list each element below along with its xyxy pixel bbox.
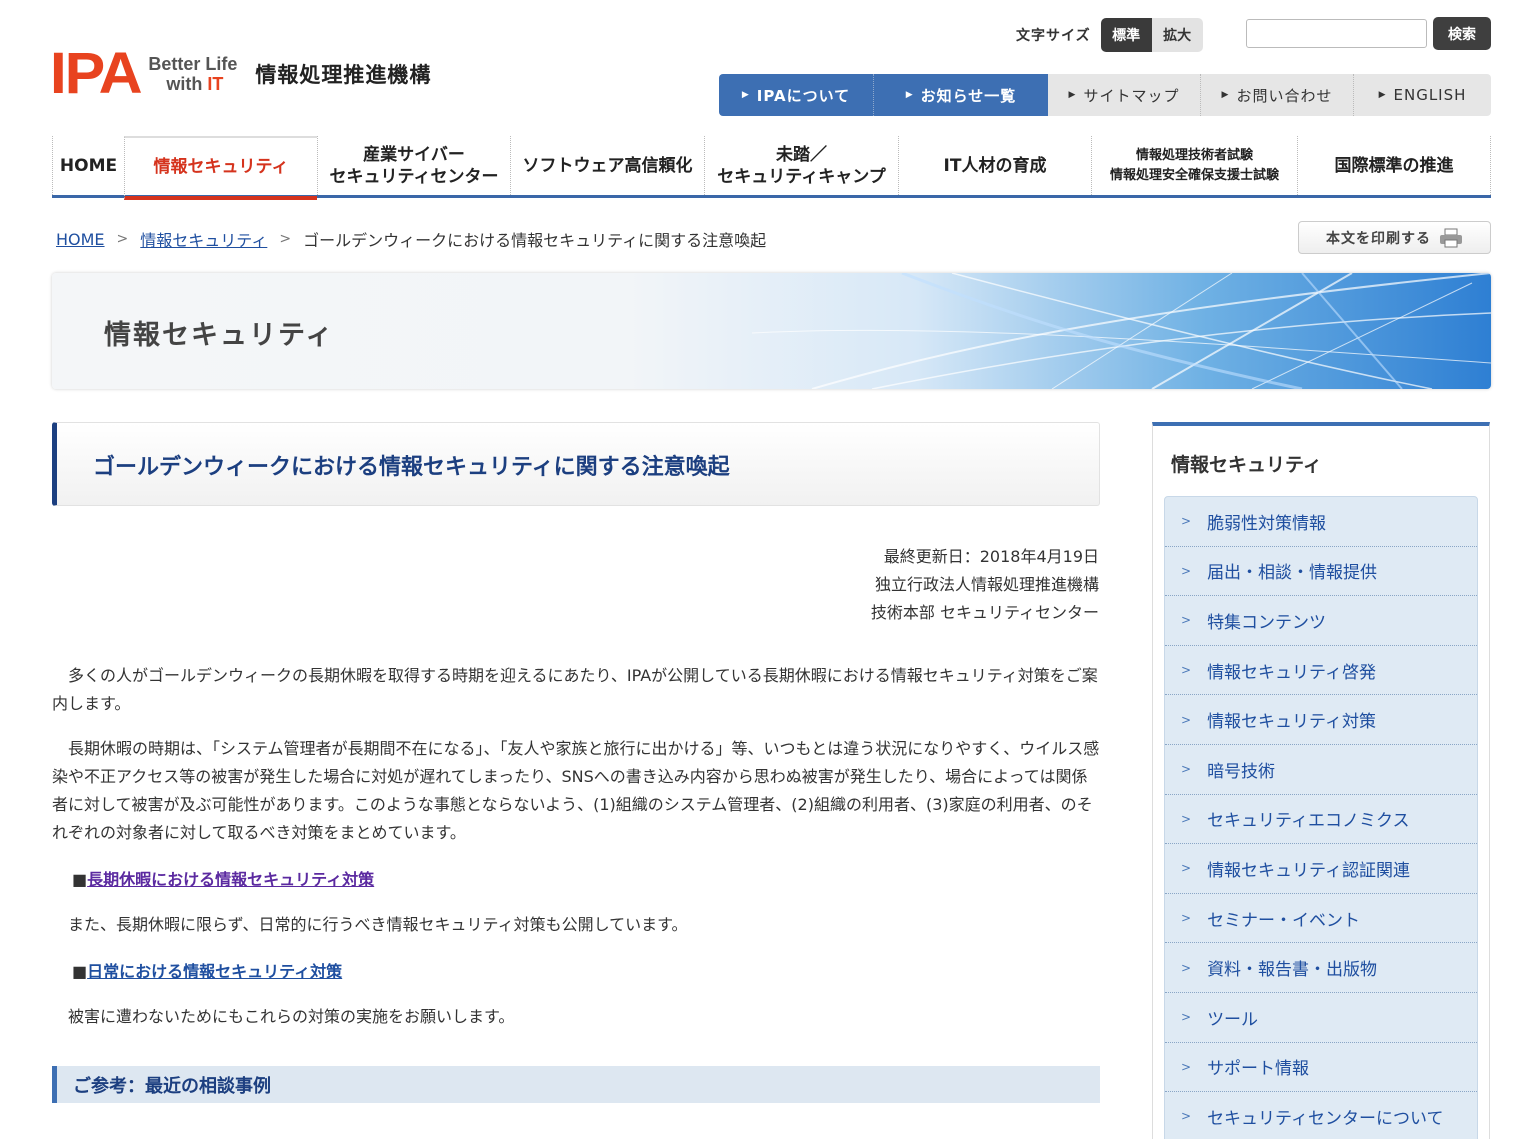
gnav-software-reliability[interactable]: ソフトウェア高信頼化 [510, 136, 704, 195]
section-banner: 情報セキュリティ [52, 273, 1491, 389]
article-title: ゴールデンウィークにおける情報セキュリティに関する注意喚起 [93, 455, 730, 480]
chevron-right-icon: > [1181, 712, 1192, 727]
topnav-news[interactable]: ▶ お知らせ一覧 [874, 74, 1048, 116]
logo-tagline: Better Life with IT [148, 54, 238, 94]
publisher-dept: 技術本部 セキュリティセンター [870, 603, 1099, 622]
publisher-org: 独立行政法人情報処理推進機構 [874, 575, 1099, 594]
org-name: 情報処理推進機構 [255, 63, 432, 87]
article-meta: 最終更新日：2018年4月19日 独立行政法人情報処理推進機構 技術本部 セキュ… [871, 543, 1099, 627]
gnav-mitou-camp[interactable]: 未踏／ セキュリティキャンプ [704, 136, 898, 195]
top-utility-nav: ▶ IPAについて ▶ お知らせ一覧 ▶ サイトマップ ▶ お問い合わせ ▶ ENGLIS… [719, 74, 1491, 116]
sidebar-item[interactable]: > 情報セキュリティ対策 [1165, 695, 1477, 745]
link-long-vacation-measures[interactable]: 長期休暇における情報セキュリティ対策 [87, 870, 374, 889]
arrow-right-icon: ▶ [1221, 90, 1230, 100]
font-size-label: 文字サイズ [1016, 28, 1091, 44]
chevron-right-icon: > [1181, 1109, 1192, 1124]
global-nav: HOME 情報セキュリティ 産業サイバー セキュリティセンター ソフトウェア高信頼… [52, 136, 1491, 200]
sidebar-menu: > 脆弱性対策情報 > 届出・相談・情報提供 > 特集コンテンツ > 情報セキュリティ啓… [1164, 496, 1478, 1139]
breadcrumb-current: ゴールデンウィークにおける情報セキュリティに関する注意喚起 [303, 231, 767, 250]
breadcrumb: HOME > 情報セキュリティ > ゴールデンウィークにおける情報セキュリティに… [56, 227, 766, 251]
chevron-right-icon: > [1181, 613, 1192, 628]
chevron-right-icon: > [279, 231, 292, 247]
sidebar-item[interactable]: > ツール [1165, 993, 1477, 1043]
font-size-switcher: 文字サイズ 標準 拡大 [1016, 18, 1203, 52]
chevron-right-icon: > [1181, 911, 1192, 926]
sidebar: 情報セキュリティ > 脆弱性対策情報 > 届出・相談・情報提供 > 特集コンテンツ >… [1152, 422, 1490, 1139]
font-size-large-button[interactable]: 拡大 [1151, 18, 1203, 52]
arrow-right-icon: ▶ [1068, 90, 1077, 100]
link-line-long-vacation: ■長期休暇における情報セキュリティ対策 [72, 866, 374, 890]
print-button[interactable]: 本文を印刷する [1298, 221, 1491, 254]
sidebar-item[interactable]: > 情報セキュリティ認証関連 [1165, 844, 1477, 894]
last-updated: 最終更新日：2018年4月19日 [883, 547, 1099, 566]
arrow-right-icon: ▶ [905, 90, 914, 100]
topnav-english[interactable]: ▶ ENGLISH [1354, 74, 1491, 116]
breadcrumb-home[interactable]: HOME [56, 230, 105, 249]
reference-heading: ご参考：最近の相談事例 [52, 1066, 1100, 1103]
chevron-right-icon: > [1181, 563, 1192, 578]
link-line-daily: ■日常における情報セキュリティ対策 [72, 958, 342, 982]
gnav-industrial-cyber[interactable]: 産業サイバー セキュリティセンター [317, 136, 510, 195]
gnav-info-security[interactable]: 情報セキュリティ [124, 136, 317, 200]
chevron-right-icon: > [116, 231, 129, 247]
logo-mark: IPA [49, 41, 143, 106]
chevron-right-icon: > [1181, 861, 1192, 876]
topnav-about[interactable]: ▶ IPAについて [719, 74, 874, 116]
sidebar-item[interactable]: > セキュリティセンターについて [1165, 1092, 1477, 1139]
sidebar-item[interactable]: > 資料・報告書・出版物 [1165, 943, 1477, 993]
search-button[interactable]: 検索 [1433, 17, 1491, 50]
paragraph-details: 長期休暇の時期は、「システム管理者が長期間不在になる」、「友人や家族と旅行に出か… [52, 739, 1100, 842]
paragraph-intro: 多くの人がゴールデンウィークの長期休暇を取得する時期を迎えるにあたり、IPAが公… [52, 666, 1098, 713]
banner-title: 情報セキュリティ [104, 320, 335, 351]
search-input[interactable] [1246, 19, 1427, 48]
chevron-right-icon: > [1181, 663, 1192, 678]
topnav-sitemap[interactable]: ▶ サイトマップ [1048, 74, 1201, 116]
sidebar-item[interactable]: > セキュリティエコノミクス [1165, 795, 1477, 845]
topnav-contact[interactable]: ▶ お問い合わせ [1201, 74, 1354, 116]
sidebar-item[interactable]: > 脆弱性対策情報 [1165, 497, 1477, 547]
chevron-right-icon: > [1181, 811, 1192, 826]
chevron-right-icon: > [1181, 1059, 1192, 1074]
arrow-right-icon: ▶ [1378, 90, 1387, 100]
square-bullet-icon: ■ [72, 870, 88, 889]
sidebar-item[interactable]: > 暗号技術 [1165, 745, 1477, 795]
breadcrumb-section[interactable]: 情報セキュリティ [140, 227, 267, 251]
gnav-home[interactable]: HOME [52, 136, 124, 195]
sidebar-item[interactable]: > 情報セキュリティ啓発 [1165, 646, 1477, 696]
site-logo[interactable]: IPA Better Life with IT 情報処理推進機構 [49, 41, 432, 106]
paragraph-daily: また、長期休暇に限らず、日常的に行うべき情報セキュリティ対策も公開しています。 [68, 915, 688, 934]
arrow-right-icon: ▶ [741, 90, 750, 100]
article-title-box: ゴールデンウィークにおける情報セキュリティに関する注意喚起 [52, 422, 1100, 506]
chevron-right-icon: > [1181, 762, 1192, 777]
paragraph-closing: 被害に遭わないためにもこれらの対策の実施をお願いします。 [68, 1007, 515, 1026]
printer-icon [1440, 228, 1462, 247]
chevron-right-icon: > [1181, 960, 1192, 975]
sidebar-title: 情報セキュリティ [1171, 454, 1322, 476]
font-size-standard-button[interactable]: 標準 [1100, 18, 1152, 52]
sidebar-item[interactable]: > 特集コンテンツ [1165, 596, 1477, 646]
chevron-right-icon: > [1181, 514, 1192, 529]
gnav-exams[interactable]: 情報処理技術者試験 情報処理安全確保支援士試験 [1091, 136, 1297, 195]
square-bullet-icon: ■ [72, 962, 88, 981]
link-daily-measures[interactable]: 日常における情報セキュリティ対策 [87, 962, 342, 981]
gnav-intl-standards[interactable]: 国際標準の推進 [1297, 136, 1491, 195]
sidebar-item[interactable]: > 届出・相談・情報提供 [1165, 547, 1477, 597]
sidebar-item[interactable]: > サポート情報 [1165, 1043, 1477, 1093]
sidebar-item[interactable]: > セミナー・イベント [1165, 894, 1477, 944]
gnav-it-human-resources[interactable]: IT人材の育成 [898, 136, 1091, 195]
chevron-right-icon: > [1181, 1010, 1192, 1025]
